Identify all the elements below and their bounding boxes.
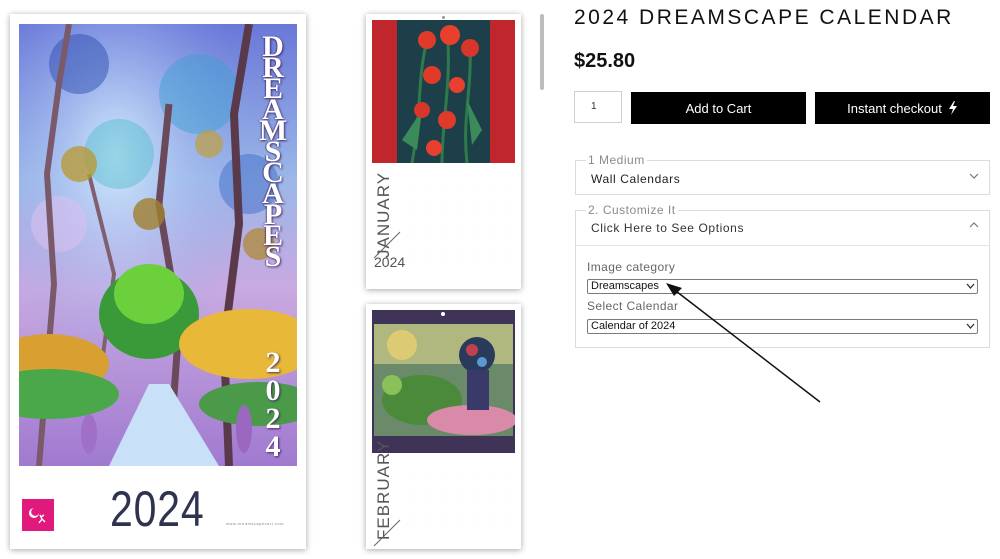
vertical-year: 2 0 2 4 (255, 346, 291, 463)
website-text: www.dreamscapesart.com (226, 521, 284, 526)
moon-figure-icon (29, 508, 46, 524)
year-digit: 4 (265, 430, 281, 463)
thumbnail-january[interactable]: JANUARY 2024 · · · · · · · · · · · · · · · · · · · · · · · ·… (366, 14, 521, 289)
year-digit: 2 (265, 346, 281, 379)
main-calendar-artwork: D R E A M S C A P E S 2 0 2 4 (19, 24, 297, 466)
chevron-down-icon (966, 320, 975, 336)
add-to-cart-button[interactable]: Add to Cart (631, 92, 806, 124)
hanger-hole (441, 312, 445, 316)
instant-checkout-button[interactable]: Instant checkout (815, 92, 990, 124)
dreamscape-painting-feb (374, 324, 517, 436)
chevron-down-icon (969, 172, 979, 183)
medium-selector[interactable]: 1 Medium Wall Calendars (575, 153, 990, 195)
hanger-hole (442, 16, 445, 19)
product-title: 2024 DREAMSCAPE CALENDAR (574, 6, 954, 29)
instant-checkout-label: Instant checkout (847, 100, 942, 116)
quantity-input[interactable]: 1 (574, 91, 622, 123)
thumbnail-scrollbar[interactable] (540, 14, 544, 90)
product-price: $25.80 (574, 50, 636, 72)
day-grid: · · · · · · · · · · · · · · · · · · · · · · · · · · · · · · · · · · · (413, 477, 511, 530)
year-digit: 2 (265, 402, 281, 435)
image-category-label: Image category (587, 260, 676, 274)
annotation-arrow-icon (666, 283, 821, 403)
thumb-year: 2024 (374, 254, 406, 270)
divider-line (373, 519, 401, 547)
rose-painting (397, 20, 490, 164)
image-category-value: Dreamscapes (591, 280, 659, 292)
lightning-icon (948, 101, 958, 115)
medium-legend: 1 Medium (586, 153, 647, 167)
add-to-cart-label: Add to Cart (685, 100, 752, 116)
chevron-down-icon (966, 280, 975, 296)
january-artwork (372, 20, 515, 164)
customize-toggle[interactable]: Click Here to See Options (576, 211, 989, 246)
day-grid: · · · · · · · · · · · · · · · · · · · · · · · · · · · · · · · · · · · … (413, 189, 511, 266)
calendar-year: 2024 (110, 481, 205, 537)
brand-logo (22, 499, 54, 531)
thumbnail-february[interactable]: FEBRUARY · · · · · · · · · · · · · · · · · · · · · · · · · · · ·… (366, 304, 521, 549)
chevron-up-icon (969, 221, 979, 232)
vertical-title: D R E A M S C A P E S (255, 32, 291, 273)
customize-value: Click Here to See Options (591, 221, 745, 235)
title-letter: S (264, 240, 282, 273)
february-artwork (372, 310, 517, 453)
medium-value: Wall Calendars (591, 172, 681, 186)
year-digit: 0 (265, 374, 281, 407)
